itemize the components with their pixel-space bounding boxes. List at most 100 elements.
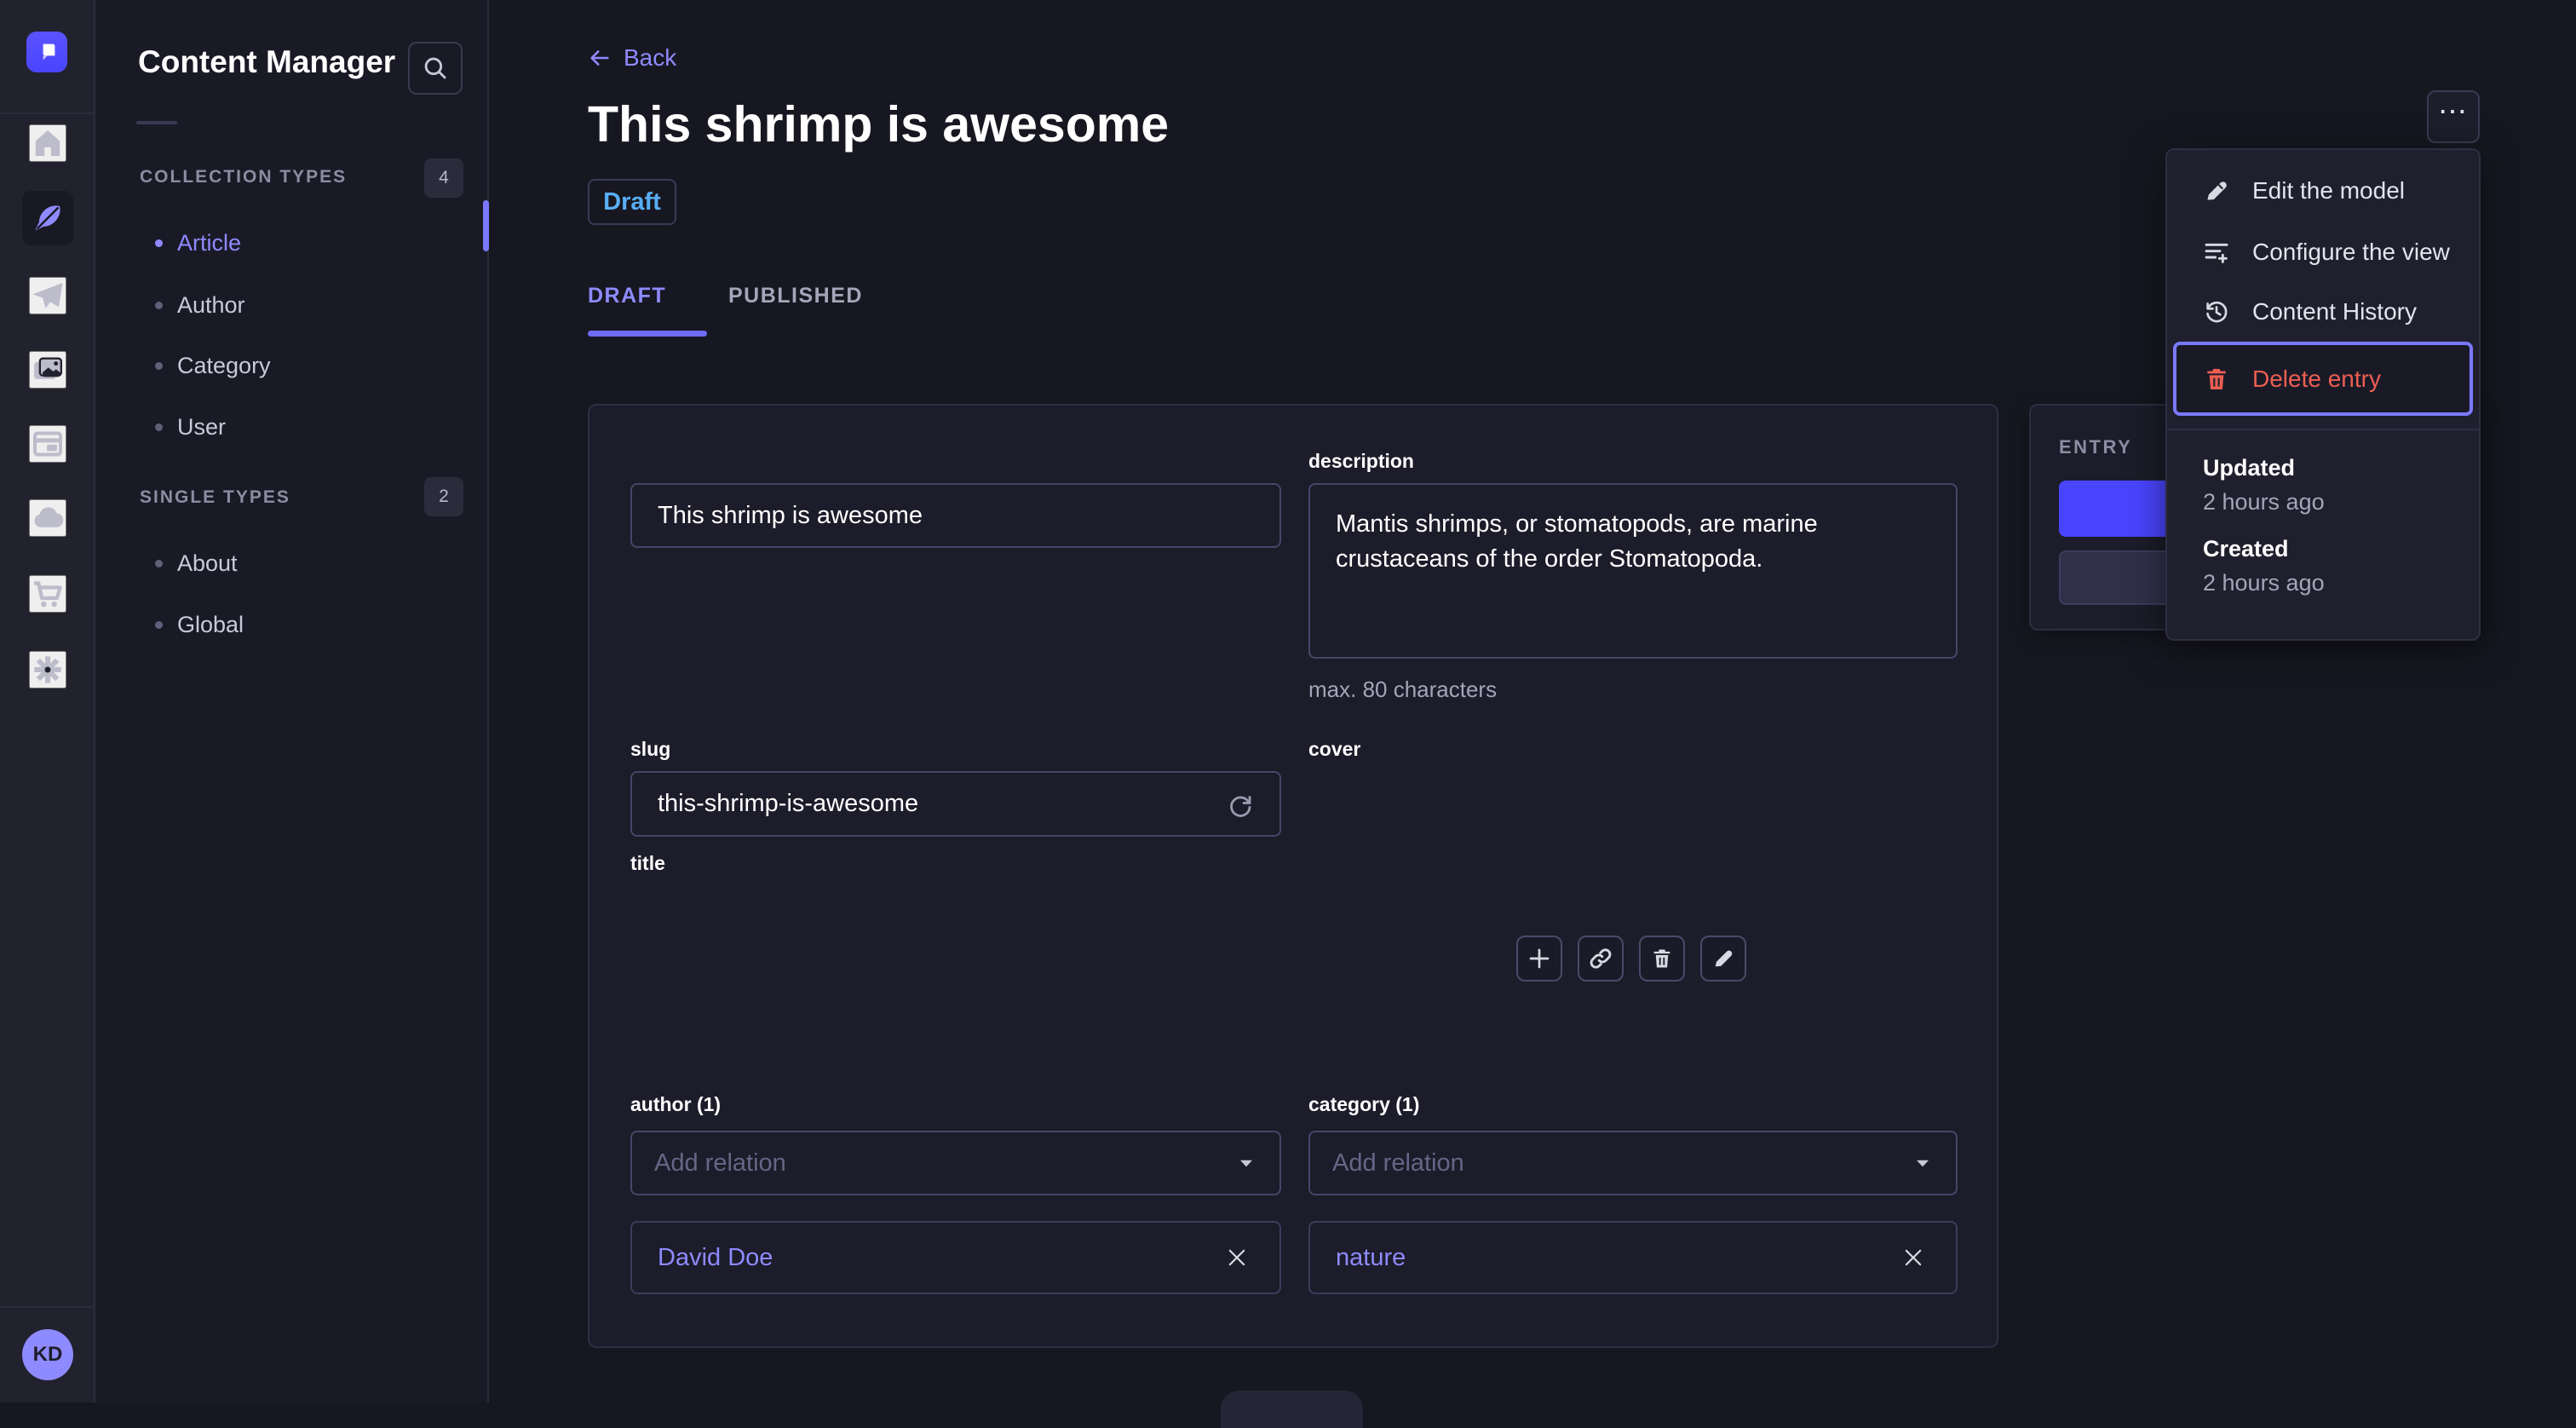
single-types-count-badge: 2 — [424, 477, 463, 516]
description-hint: max. 80 characters — [1308, 677, 1498, 702]
sidebar-item-about[interactable]: About — [155, 539, 445, 587]
pencil-icon — [2203, 177, 2230, 204]
section-header-single-types: SINGLE TYPES — [140, 487, 290, 507]
sidebar-item-label: Category — [177, 352, 271, 378]
floating-pill[interactable] — [1221, 1391, 1363, 1428]
sidebar-item-label: Global — [177, 611, 244, 637]
history-clock-icon — [2203, 298, 2230, 325]
menu-item-edit-model[interactable]: Edit the model — [2167, 164, 2479, 218]
status-badge: Draft — [588, 179, 676, 225]
updated-value: 2 hours ago — [2203, 489, 2325, 515]
author-relation-item: David Doe — [630, 1221, 1281, 1294]
rail-divider — [0, 112, 94, 114]
ellipsis-icon: ⋯ — [2438, 95, 2469, 128]
settings-gear-icon[interactable] — [29, 651, 66, 688]
sidebar-item-user[interactable]: User — [155, 403, 445, 451]
plus-icon — [1526, 945, 1553, 972]
active-item-indicator — [483, 200, 489, 251]
content-manager-subnav: Content Manager COLLECTION TYPES 4 Artic… — [95, 0, 489, 1402]
category-relation-combobox[interactable]: Add relation — [1308, 1131, 1958, 1195]
title-input[interactable] — [630, 483, 1281, 548]
home-icon[interactable] — [29, 124, 66, 162]
bullet-icon — [155, 559, 163, 567]
description-textarea[interactable]: Mantis shrimps, or stomatopods, are mari… — [1308, 483, 1958, 659]
main-nav-rail: KD — [0, 0, 95, 1402]
menu-item-label: Edit the model — [2252, 177, 2405, 204]
sidebar-item-label: About — [177, 550, 238, 576]
bullet-icon — [155, 361, 163, 370]
cloud-icon[interactable] — [29, 499, 66, 537]
cover-add-button[interactable] — [1516, 936, 1562, 982]
slug-input[interactable] — [630, 771, 1281, 837]
bullet-icon — [155, 620, 163, 629]
sidebar-item-global[interactable]: Global — [155, 601, 445, 648]
search-icon — [421, 54, 450, 83]
content-type-builder-icon[interactable] — [29, 425, 66, 463]
back-label: Back — [624, 44, 677, 71]
strapi-logo[interactable] — [26, 32, 67, 72]
sidebar-item-article[interactable]: Article — [155, 219, 445, 267]
cover-field-label: cover — [1308, 738, 1361, 760]
tab-draft[interactable]: DRAFT — [588, 278, 666, 314]
menu-item-label: Configure the view — [2252, 239, 2450, 265]
author-placeholder: Add relation — [654, 1149, 786, 1177]
strapi-logo-icon — [34, 39, 60, 65]
collection-types-count-badge: 4 — [424, 158, 463, 198]
caret-down-icon — [1235, 1152, 1257, 1174]
updated-label: Updated — [2203, 455, 2295, 481]
user-avatar[interactable]: KD — [22, 1329, 73, 1380]
description-field-label: description — [1308, 450, 1414, 472]
bullet-icon — [155, 423, 163, 431]
title-field-label: title — [630, 852, 665, 874]
created-label: Created — [2203, 536, 2289, 561]
remove-author-button[interactable] — [1220, 1241, 1254, 1275]
menu-divider — [2167, 429, 2479, 430]
author-relation-link[interactable]: David Doe — [658, 1244, 773, 1272]
sidebar-item-label: Author — [177, 291, 245, 318]
trash-icon — [2203, 366, 2230, 393]
category-field-label: category (1) — [1308, 1093, 1420, 1115]
subnav-title: Content Manager — [138, 44, 396, 79]
subnav-divider — [136, 121, 177, 124]
tab-published[interactable]: PUBLISHED — [728, 278, 863, 314]
cover-delete-button[interactable] — [1639, 936, 1685, 982]
sidebar-item-label: User — [177, 413, 227, 440]
menu-item-content-history[interactable]: Content History — [2167, 285, 2479, 339]
search-button[interactable] — [408, 42, 463, 95]
back-link[interactable]: Back — [588, 44, 676, 72]
sidebar-item-category[interactable]: Category — [155, 342, 445, 389]
author-relation-combobox[interactable]: Add relation — [630, 1131, 1281, 1195]
more-actions-button[interactable]: ⋯ — [2427, 90, 2480, 143]
close-icon — [1900, 1245, 1926, 1270]
content-manager-nav-active[interactable] — [22, 191, 73, 245]
marketplace-cart-icon[interactable] — [29, 575, 66, 613]
media-library-icon[interactable] — [29, 351, 66, 389]
releases-icon[interactable] — [29, 277, 66, 314]
author-field-label: author (1) — [630, 1093, 722, 1115]
menu-item-delete-entry[interactable]: Delete entry — [2167, 352, 2479, 406]
close-icon — [1224, 1245, 1250, 1270]
avatar-initials: KD — [32, 1343, 63, 1366]
caret-down-icon — [1912, 1152, 1934, 1174]
bullet-icon — [155, 239, 163, 247]
link-icon — [1588, 946, 1613, 971]
category-relation-item: nature — [1308, 1221, 1958, 1294]
menu-item-configure-view[interactable]: Configure the view — [2167, 225, 2479, 279]
regenerate-slug-button[interactable] — [1216, 789, 1264, 823]
sidebar-item-author[interactable]: Author — [155, 281, 445, 329]
pencil-icon — [1711, 947, 1735, 970]
remove-category-button[interactable] — [1896, 1241, 1930, 1275]
refresh-icon — [1226, 792, 1255, 821]
cover-edit-button[interactable] — [1700, 936, 1746, 982]
cover-copy-link-button[interactable] — [1578, 936, 1624, 982]
bullet-icon — [155, 301, 163, 309]
configure-list-icon — [2203, 239, 2230, 266]
active-tab-underline — [588, 331, 707, 337]
page-title: This shrimp is awesome — [588, 96, 1170, 153]
entry-form-card: title description Mantis shrimps, or sto… — [588, 404, 1998, 1348]
category-placeholder: Add relation — [1332, 1149, 1464, 1177]
rail-bottom-divider — [0, 1306, 94, 1308]
category-relation-link[interactable]: nature — [1336, 1244, 1406, 1272]
feather-icon — [31, 201, 65, 235]
menu-item-label: Delete entry — [2252, 366, 2381, 392]
